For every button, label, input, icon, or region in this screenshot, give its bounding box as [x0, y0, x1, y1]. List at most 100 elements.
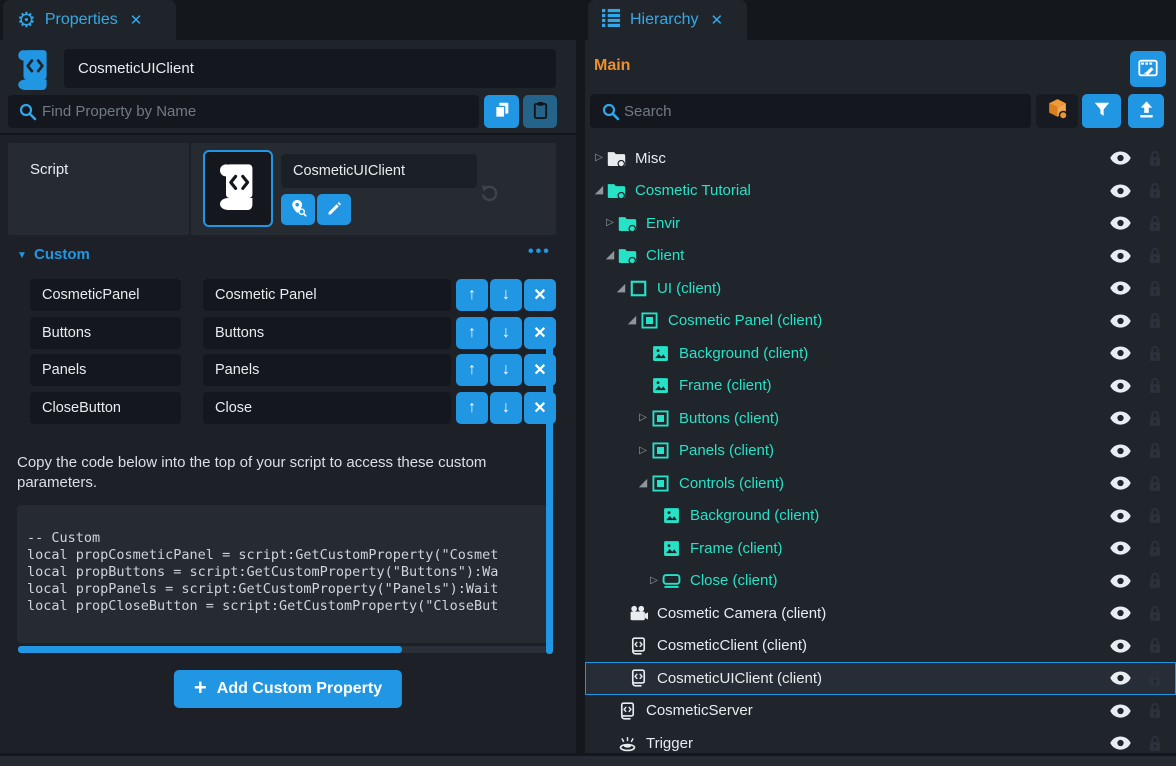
tree-row[interactable]: CosmeticClient (client) — [585, 630, 1176, 663]
script-name-input[interactable] — [64, 49, 556, 88]
paste-properties-button[interactable] — [523, 95, 557, 128]
visibility-eye-icon[interactable] — [1108, 216, 1132, 230]
move-down-button[interactable]: ↓ — [490, 354, 522, 386]
padlock-icon[interactable] — [1146, 247, 1164, 264]
padlock-icon[interactable] — [1146, 735, 1164, 752]
move-up-button[interactable]: ↑ — [456, 354, 488, 386]
expand-arrow-icon[interactable]: ▷ — [591, 153, 607, 163]
expand-arrow-icon[interactable]: ◢ — [602, 250, 618, 261]
visibility-eye-icon[interactable] — [1108, 574, 1132, 588]
horizontal-scrollbar-thumb[interactable] — [18, 646, 402, 653]
visibility-eye-icon[interactable] — [1108, 314, 1132, 328]
padlock-icon[interactable] — [1146, 280, 1164, 297]
tree-row[interactable]: ▷ Misc — [585, 142, 1176, 175]
upload-button[interactable] — [1128, 94, 1164, 128]
collapse-triangle-icon[interactable]: ▼ — [17, 250, 27, 261]
visibility-eye-icon[interactable] — [1108, 671, 1132, 685]
custom-property-name-input[interactable] — [30, 392, 181, 424]
padlock-icon[interactable] — [1146, 605, 1164, 622]
visibility-eye-icon[interactable] — [1108, 704, 1132, 718]
visibility-eye-icon[interactable] — [1108, 606, 1132, 620]
visibility-eye-icon[interactable] — [1108, 509, 1132, 523]
tree-row[interactable]: CosmeticServer — [585, 695, 1176, 728]
tree-row[interactable]: Background (client) — [585, 500, 1176, 533]
undo-arrow-icon[interactable] — [480, 184, 499, 208]
add-custom-property-button[interactable]: + Add Custom Property — [174, 670, 402, 708]
expand-arrow-icon[interactable]: ▷ — [646, 576, 662, 586]
horizontal-scrollbar-track[interactable] — [18, 646, 548, 653]
tree-row[interactable]: ◢ Client — [585, 240, 1176, 273]
padlock-icon[interactable] — [1146, 540, 1164, 557]
expand-arrow-icon[interactable]: ▷ — [635, 413, 651, 423]
close-icon[interactable]: ✕ — [130, 11, 143, 29]
visibility-eye-icon[interactable] — [1108, 411, 1132, 425]
tab-hierarchy[interactable]: Hierarchy ✕ — [588, 0, 747, 40]
visibility-eye-icon[interactable] — [1108, 346, 1132, 360]
padlock-icon[interactable] — [1146, 507, 1164, 524]
padlock-icon[interactable] — [1146, 345, 1164, 362]
expand-arrow-icon[interactable]: ◢ — [591, 185, 607, 196]
tree-row[interactable]: ◢ Cosmetic Tutorial — [585, 175, 1176, 208]
vertical-scrollbar-thumb[interactable] — [546, 322, 553, 654]
tree-row[interactable]: ▷ Panels (client) — [585, 435, 1176, 468]
tree-row[interactable]: Cosmetic Camera (client) — [585, 597, 1176, 630]
copy-properties-button[interactable] — [484, 95, 519, 128]
move-down-button[interactable]: ↓ — [490, 392, 522, 424]
find-script-in-scene-button[interactable] — [281, 194, 315, 225]
padlock-icon[interactable] — [1146, 410, 1164, 427]
script-asset-thumbnail[interactable] — [203, 150, 273, 227]
visibility-eye-icon[interactable] — [1108, 151, 1132, 165]
find-property-input[interactable] — [8, 95, 479, 128]
edit-script-button[interactable] — [317, 194, 351, 225]
section-menu-dots[interactable]: ••• — [528, 243, 551, 261]
custom-property-value-input[interactable] — [203, 392, 451, 424]
tab-properties[interactable]: ⚙ Properties ✕ — [3, 0, 176, 40]
padlock-icon[interactable] — [1146, 377, 1164, 394]
script-asset-name-input[interactable] — [281, 154, 477, 188]
custom-property-value-input[interactable] — [203, 279, 451, 311]
custom-property-name-input[interactable] — [30, 354, 181, 386]
show-templates-button[interactable] — [1036, 94, 1078, 128]
filter-button[interactable] — [1082, 94, 1121, 128]
visibility-eye-icon[interactable] — [1108, 379, 1132, 393]
tree-row[interactable]: ◢ Controls (client) — [585, 467, 1176, 500]
visibility-eye-icon[interactable] — [1108, 736, 1132, 750]
move-up-button[interactable]: ↑ — [456, 279, 488, 311]
expand-arrow-icon[interactable]: ◢ — [624, 315, 640, 326]
expand-arrow-icon[interactable]: ▷ — [635, 446, 651, 456]
tree-row[interactable]: ▷ Buttons (client) — [585, 402, 1176, 435]
padlock-icon[interactable] — [1146, 670, 1164, 687]
expand-arrow-icon[interactable]: ▷ — [602, 218, 618, 228]
move-up-button[interactable]: ↑ — [456, 317, 488, 349]
custom-property-value-input[interactable] — [203, 354, 451, 386]
padlock-icon[interactable] — [1146, 637, 1164, 654]
tree-row[interactable]: Frame (client) — [585, 370, 1176, 403]
padlock-icon[interactable] — [1146, 182, 1164, 199]
custom-property-value-input[interactable] — [203, 317, 451, 349]
close-icon[interactable]: ✕ — [710, 11, 723, 29]
padlock-icon[interactable] — [1146, 572, 1164, 589]
visibility-eye-icon[interactable] — [1108, 281, 1132, 295]
visibility-eye-icon[interactable] — [1108, 184, 1132, 198]
hierarchy-search-input[interactable] — [590, 94, 1031, 128]
visibility-eye-icon[interactable] — [1108, 639, 1132, 653]
visibility-eye-icon[interactable] — [1108, 444, 1132, 458]
visibility-eye-icon[interactable] — [1108, 541, 1132, 555]
remove-property-button[interactable]: ✕ — [524, 279, 556, 311]
expand-arrow-icon[interactable]: ◢ — [635, 478, 651, 489]
move-up-button[interactable]: ↑ — [456, 392, 488, 424]
tree-row[interactable]: Frame (client) — [585, 532, 1176, 565]
padlock-icon[interactable] — [1146, 702, 1164, 719]
move-down-button[interactable]: ↓ — [490, 279, 522, 311]
padlock-icon[interactable] — [1146, 150, 1164, 167]
tree-row[interactable]: CosmeticUIClient (client) — [585, 662, 1176, 695]
padlock-icon[interactable] — [1146, 442, 1164, 459]
padlock-icon[interactable] — [1146, 312, 1164, 329]
padlock-icon[interactable] — [1146, 215, 1164, 232]
tree-row[interactable]: ◢ Cosmetic Panel (client) — [585, 305, 1176, 338]
expand-arrow-icon[interactable]: ◢ — [613, 283, 629, 294]
custom-property-name-input[interactable] — [30, 317, 181, 349]
visibility-eye-icon[interactable] — [1108, 249, 1132, 263]
tree-row[interactable]: ▷ Envir — [585, 207, 1176, 240]
tree-row[interactable]: ▷ Close (client) — [585, 565, 1176, 598]
